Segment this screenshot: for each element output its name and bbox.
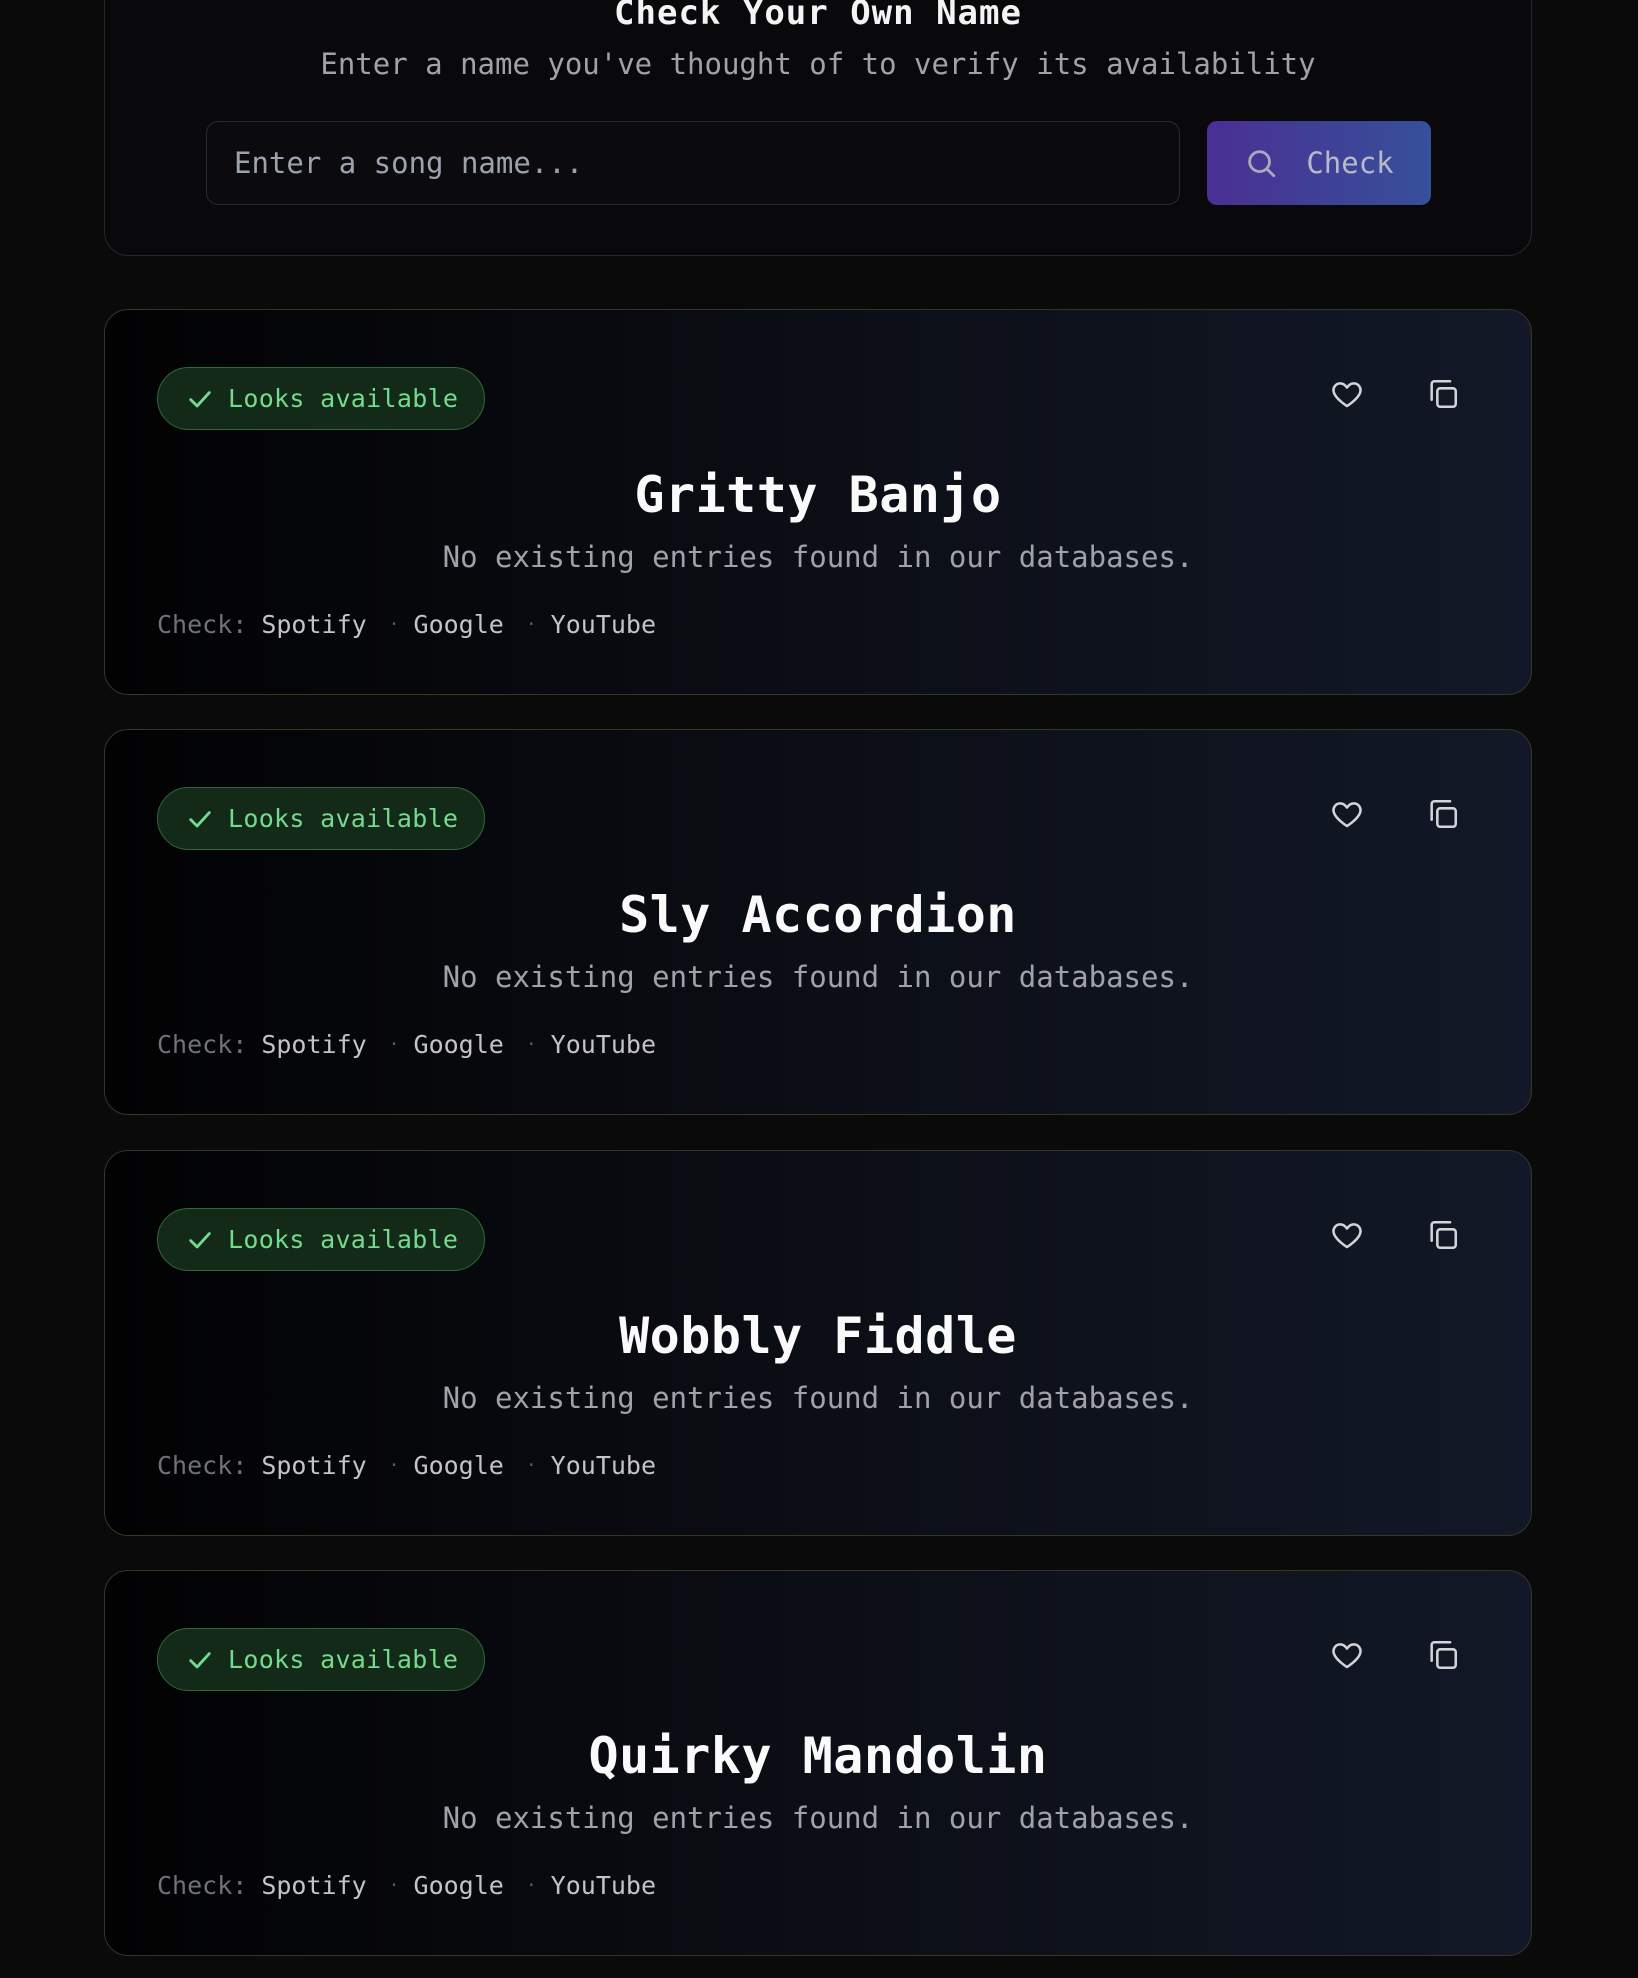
copy-icon[interactable] bbox=[1425, 796, 1461, 832]
separator-dot: · bbox=[525, 1455, 537, 1476]
check-panel-title: Check Your Own Name bbox=[614, 0, 1022, 33]
google-link[interactable]: Google bbox=[414, 1030, 504, 1059]
card-description: No existing entries found in our databas… bbox=[442, 1801, 1194, 1835]
heart-icon[interactable] bbox=[1329, 796, 1365, 832]
check-panel-subtitle: Enter a name you've thought of to verify… bbox=[320, 47, 1316, 81]
copy-icon[interactable] bbox=[1425, 1217, 1461, 1253]
check-icon bbox=[186, 385, 214, 413]
badge-label: Looks available bbox=[228, 804, 459, 833]
badge-label: Looks available bbox=[228, 1645, 459, 1674]
availability-badge: Looks available bbox=[157, 1628, 486, 1691]
google-link[interactable]: Google bbox=[414, 1871, 504, 1900]
card-actions bbox=[1329, 796, 1461, 832]
check-button-label: Check bbox=[1306, 146, 1394, 180]
heart-icon[interactable] bbox=[1329, 1217, 1365, 1253]
name-card: Looks available Wobbly Fiddle No existin… bbox=[104, 1150, 1532, 1536]
separator-dot: · bbox=[388, 1034, 400, 1055]
youtube-link[interactable]: YouTube bbox=[551, 610, 656, 639]
card-actions bbox=[1329, 1217, 1461, 1253]
song-name-title: Wobbly Fiddle bbox=[619, 1307, 1017, 1365]
check-icon bbox=[186, 1646, 214, 1674]
song-name-title: Gritty Banjo bbox=[634, 466, 1002, 524]
availability-badge: Looks available bbox=[157, 1208, 486, 1271]
youtube-link[interactable]: YouTube bbox=[551, 1030, 656, 1059]
song-name-title: Quirky Mandolin bbox=[588, 1727, 1048, 1785]
availability-badge: Looks available bbox=[157, 367, 486, 430]
badge-label: Looks available bbox=[228, 384, 459, 413]
youtube-link[interactable]: YouTube bbox=[551, 1451, 656, 1480]
spotify-link[interactable]: Spotify bbox=[261, 1451, 366, 1480]
badge-label: Looks available bbox=[228, 1225, 459, 1254]
song-name-title: Sly Accordion bbox=[619, 886, 1017, 944]
copy-icon[interactable] bbox=[1425, 376, 1461, 412]
external-check-links: Check: Spotify · Google · YouTube bbox=[157, 1030, 656, 1059]
card-description: No existing entries found in our databas… bbox=[442, 540, 1194, 574]
check-button[interactable]: Check bbox=[1207, 121, 1431, 205]
copy-icon[interactable] bbox=[1425, 1637, 1461, 1673]
google-link[interactable]: Google bbox=[414, 1451, 504, 1480]
name-card: Looks available Quirky Mandolin No exist… bbox=[104, 1570, 1532, 1956]
separator-dot: · bbox=[525, 614, 537, 635]
card-description: No existing entries found in our databas… bbox=[442, 1381, 1194, 1415]
check-label: Check: bbox=[157, 610, 248, 639]
youtube-link[interactable]: YouTube bbox=[551, 1871, 656, 1900]
separator-dot: · bbox=[388, 1455, 400, 1476]
heart-icon[interactable] bbox=[1329, 376, 1365, 412]
external-check-links: Check: Spotify · Google · YouTube bbox=[157, 610, 656, 639]
heart-icon[interactable] bbox=[1329, 1637, 1365, 1673]
spotify-link[interactable]: Spotify bbox=[261, 1871, 366, 1900]
check-label: Check: bbox=[157, 1871, 248, 1900]
separator-dot: · bbox=[388, 614, 400, 635]
google-link[interactable]: Google bbox=[414, 610, 504, 639]
card-actions bbox=[1329, 376, 1461, 412]
external-check-links: Check: Spotify · Google · YouTube bbox=[157, 1871, 656, 1900]
card-actions bbox=[1329, 1637, 1461, 1673]
availability-badge: Looks available bbox=[157, 787, 486, 850]
spotify-link[interactable]: Spotify bbox=[261, 1030, 366, 1059]
name-card: Looks available Gritty Banjo No existing… bbox=[104, 309, 1532, 695]
check-icon bbox=[186, 805, 214, 833]
external-check-links: Check: Spotify · Google · YouTube bbox=[157, 1451, 656, 1480]
spotify-link[interactable]: Spotify bbox=[261, 610, 366, 639]
name-card: Looks available Sly Accordion No existin… bbox=[104, 729, 1532, 1115]
check-label: Check: bbox=[157, 1451, 248, 1480]
check-label: Check: bbox=[157, 1030, 248, 1059]
check-icon bbox=[186, 1226, 214, 1254]
check-name-panel: Check Your Own Name Enter a name you've … bbox=[104, 0, 1532, 256]
search-icon bbox=[1244, 146, 1278, 180]
separator-dot: · bbox=[525, 1875, 537, 1896]
card-description: No existing entries found in our databas… bbox=[442, 960, 1194, 994]
separator-dot: · bbox=[388, 1875, 400, 1896]
separator-dot: · bbox=[525, 1034, 537, 1055]
song-name-input[interactable] bbox=[206, 121, 1180, 205]
